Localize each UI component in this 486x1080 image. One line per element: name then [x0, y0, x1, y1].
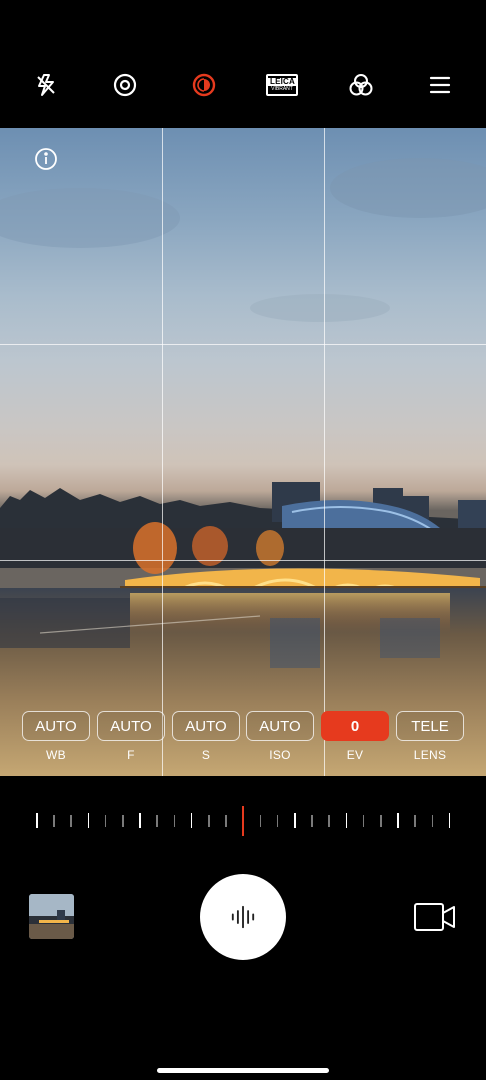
slider-tick [311, 815, 313, 827]
shutter-button[interactable] [200, 874, 286, 960]
camera-viewfinder[interactable] [0, 128, 486, 776]
slider-tick [208, 815, 210, 827]
home-indicator[interactable] [157, 1068, 329, 1073]
wb-value[interactable]: AUTO [22, 711, 90, 741]
video-camera-icon [414, 903, 455, 931]
slider-tick [122, 815, 124, 827]
waveform-icon [231, 905, 255, 929]
grid-line [0, 344, 486, 345]
viewfinder-scene [0, 158, 486, 776]
slider-tick [139, 813, 141, 828]
lens-icon[interactable] [110, 70, 140, 100]
wb-label: WB [46, 748, 66, 762]
menu-icon[interactable] [425, 70, 455, 100]
lens-setting[interactable]: TELE LENS [396, 711, 464, 762]
slider-tick [276, 815, 279, 827]
info-icon[interactable] [34, 147, 58, 171]
shutter-speed-label: S [201, 748, 211, 762]
leica-style-text: VIBRANT [271, 85, 293, 92]
leica-brand-text: LEICA [268, 76, 296, 86]
iso-value[interactable]: AUTO [246, 711, 314, 741]
leica-badge-icon[interactable]: LEICA VIBRANT [265, 70, 299, 100]
filter-icon[interactable] [346, 70, 376, 100]
top-toolbar: LEICA VIBRANT [0, 0, 486, 128]
slider-tick [259, 815, 262, 827]
lens-value[interactable]: TELE [396, 711, 464, 741]
slider-tick [362, 815, 365, 827]
exposure-slider[interactable] [0, 800, 486, 840]
slider-tick [225, 815, 227, 827]
slider-tick [190, 813, 193, 828]
slider-tick [448, 813, 451, 828]
slider-tick [397, 813, 399, 828]
pro-settings-row: AUTO WB AUTO F AUTO S AUTO ISO 0 EV TELE… [0, 711, 486, 771]
slider-tick [294, 813, 296, 828]
iso-label: ISO [269, 748, 291, 762]
slider-tick [345, 813, 348, 828]
iso-setting[interactable]: AUTO ISO [246, 711, 314, 762]
slider-tick [87, 813, 90, 828]
slider-tick [104, 815, 107, 827]
slider-tick [328, 815, 330, 827]
lens-label: LENS [413, 748, 447, 762]
wb-setting[interactable]: AUTO WB [22, 711, 90, 762]
grid-line [0, 560, 486, 561]
grid-line [324, 128, 325, 776]
slider-tick [53, 815, 55, 827]
slider-tick [380, 815, 382, 827]
shutter-speed-value[interactable]: AUTO [172, 711, 240, 741]
aperture-value[interactable]: AUTO [97, 711, 165, 741]
ev-setting[interactable]: 0 EV [321, 711, 389, 762]
ev-label: EV [346, 748, 364, 762]
slider-tick [431, 815, 434, 827]
slider-tick [414, 815, 416, 827]
slider-tick [173, 815, 176, 827]
slider-tick [70, 815, 72, 827]
video-mode-button[interactable] [413, 900, 457, 934]
flash-off-icon[interactable] [31, 70, 61, 100]
slider-center-tick [242, 806, 245, 836]
shutter-speed-setting[interactable]: AUTO S [172, 711, 240, 762]
mode-icon[interactable] [189, 70, 219, 100]
gallery-thumbnail[interactable] [29, 894, 74, 939]
slider-tick [156, 815, 158, 827]
grid-line [162, 128, 163, 776]
ev-value[interactable]: 0 [321, 711, 389, 741]
aperture-label: F [127, 748, 135, 762]
aperture-setting[interactable]: AUTO F [97, 711, 165, 762]
slider-tick [36, 813, 38, 828]
